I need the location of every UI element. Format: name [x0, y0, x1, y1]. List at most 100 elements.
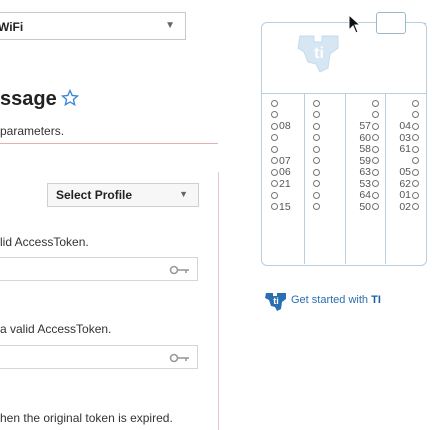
pin-circle-icon	[271, 145, 278, 153]
star-icon[interactable]	[61, 89, 79, 107]
board-pin	[312, 144, 321, 156]
pin-circle-icon	[271, 180, 278, 188]
mouse-cursor-icon	[348, 14, 362, 34]
pin-circle-icon	[372, 111, 379, 119]
page-title: ssage	[0, 88, 57, 110]
pin-circle-icon	[372, 99, 379, 107]
board-pin: 08	[270, 120, 291, 133]
pin-circle-icon	[313, 168, 320, 176]
pin-circle-icon	[412, 157, 419, 165]
pin-circle-icon	[372, 191, 379, 199]
board-pin	[312, 133, 321, 145]
pin-circle-icon	[372, 180, 379, 188]
pin-circle-icon	[313, 191, 320, 199]
access-token-hint: lid AccessToken.	[0, 235, 89, 249]
pin-circle-icon	[313, 111, 320, 119]
pin-circle-icon	[372, 168, 379, 176]
pin-column-3: 57 60 58 59 63 53 64 50	[350, 98, 380, 213]
pin-label: 04	[399, 120, 411, 132]
get-started-link[interactable]: Get started with TI	[291, 294, 381, 306]
pin-label: 60	[359, 131, 371, 144]
board-pin	[312, 156, 321, 168]
pin-label: 57	[359, 120, 371, 132]
pin-column-1: 08 07 06 21 15	[270, 98, 291, 213]
pin-circle-icon	[313, 122, 320, 130]
pin-circle-icon	[271, 203, 278, 211]
board-pin	[312, 110, 321, 122]
get-started-brand: TI	[371, 294, 381, 306]
pin-label: 21	[279, 177, 291, 190]
pin-column-4: 04 03 61 05 62 01 02	[390, 98, 420, 213]
board-pin	[390, 98, 420, 110]
usb-port-icon	[376, 12, 406, 34]
board-pin	[350, 98, 380, 110]
pin-circle-icon	[372, 145, 379, 153]
panel-divider-vertical	[218, 172, 219, 430]
refresh-token-field[interactable]	[0, 345, 198, 369]
svg-text:ti: ti	[273, 296, 279, 306]
pin-circle-icon	[271, 111, 278, 119]
chevron-down-icon: ▼	[165, 20, 175, 31]
wifi-select[interactable]: WiFi ▼	[0, 12, 186, 40]
pin-circle-icon	[271, 168, 278, 176]
board-pin	[312, 202, 321, 214]
pin-label: 07	[279, 154, 291, 167]
pin-circle-icon	[313, 145, 320, 153]
board-column-divider	[304, 94, 305, 264]
pin-circle-icon	[372, 157, 379, 165]
pin-label: 50	[359, 200, 371, 213]
pin-label: 61	[399, 143, 411, 155]
pin-label: 59	[359, 154, 371, 167]
chevron-down-icon: ▼	[179, 189, 188, 199]
pin-circle-icon	[313, 134, 320, 142]
board-pin: 21	[270, 177, 291, 191]
svg-text:ti: ti	[314, 45, 324, 62]
pin-label: 62	[399, 177, 411, 190]
board-pin	[312, 167, 321, 179]
pin-label: 05	[399, 166, 411, 178]
get-started-text: Get started with	[291, 294, 372, 306]
board-pin	[312, 179, 321, 191]
pin-label: 15	[279, 200, 291, 213]
page-description: parameters.	[0, 124, 65, 138]
pin-circle-icon	[271, 157, 278, 165]
key-icon	[169, 265, 189, 275]
pin-circle-icon	[313, 180, 320, 188]
pin-label: 63	[359, 166, 371, 178]
ti-logo-watermark-icon: ti	[297, 35, 339, 73]
access-token-field[interactable]	[0, 257, 198, 281]
pin-circle-icon	[372, 122, 379, 130]
pin-circle-icon	[412, 180, 419, 188]
pin-circle-icon	[313, 157, 320, 165]
pin-circle-icon	[412, 191, 419, 199]
profile-select[interactable]: Select Profile ▼	[47, 183, 199, 207]
pin-label: 53	[359, 177, 371, 190]
panel-divider	[0, 143, 218, 144]
board-pin	[312, 98, 321, 110]
pin-circle-icon	[412, 111, 419, 119]
pin-circle-icon	[313, 99, 320, 107]
pin-circle-icon	[412, 122, 419, 130]
wifi-select-value: WiFi	[0, 20, 24, 34]
ti-logo-icon: ti	[265, 293, 286, 311]
board-pin: 50	[350, 200, 380, 214]
pin-label: 06	[279, 166, 291, 178]
board-pin	[312, 121, 321, 133]
pin-column-2	[312, 98, 321, 213]
pin-label: 03	[399, 131, 411, 144]
pin-label: 08	[279, 120, 291, 132]
token-expiry-hint: hen the original token is expired.	[0, 411, 173, 425]
profile-select-value: Select Profile	[56, 188, 133, 202]
pin-circle-icon	[313, 203, 320, 211]
pin-label: 01	[399, 189, 411, 201]
board-column-divider	[345, 94, 346, 264]
pin-circle-icon	[271, 99, 278, 107]
board-pin: 15	[270, 200, 291, 214]
pin-circle-icon	[412, 145, 419, 153]
board-column-divider	[385, 94, 386, 264]
pin-label: 58	[359, 143, 371, 155]
board-pin: 02	[390, 201, 420, 214]
refresh-token-hint: a valid AccessToken.	[0, 322, 112, 336]
board-pin	[312, 190, 321, 202]
pin-circle-icon	[412, 134, 419, 142]
